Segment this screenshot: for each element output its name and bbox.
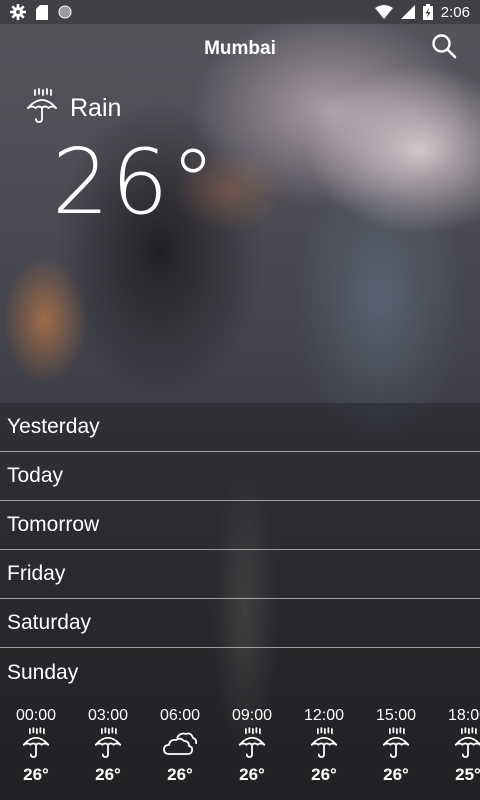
- current-conditions: Rain: [26, 88, 121, 129]
- status-time: 2:06: [440, 3, 470, 21]
- day-row-yesterday[interactable]: Yesterday: [0, 403, 480, 452]
- hour-item: 06:00 26°: [150, 707, 210, 785]
- day-label: Yesterday: [7, 415, 100, 438]
- hour-item: 03:00 26°: [78, 707, 138, 785]
- hour-temp: 26°: [23, 765, 49, 784]
- app-header: Mumbai: [0, 24, 480, 76]
- hour-time: 06:00: [159, 707, 201, 724]
- hour-time: 15:00: [375, 707, 417, 724]
- search-icon: [431, 33, 457, 64]
- circle-icon: [58, 5, 72, 19]
- hour-time: 09:00: [231, 707, 273, 724]
- hour-temp: 26°: [95, 765, 121, 784]
- hour-temp: 26°: [167, 765, 193, 784]
- hour-temp: 25°: [455, 765, 480, 784]
- day-label: Sunday: [7, 660, 79, 684]
- search-button[interactable]: [430, 33, 458, 64]
- day-label: Saturday: [7, 611, 92, 634]
- day-row-today[interactable]: Today: [0, 452, 480, 501]
- battery-charging-icon: [422, 4, 433, 20]
- rain-umbrella-icon: [94, 726, 122, 764]
- hour-time: 00:00: [15, 707, 57, 724]
- hour-time: 18:00: [447, 707, 480, 724]
- city-title: Mumbai: [204, 38, 276, 59]
- rain-umbrella-icon: [454, 726, 480, 764]
- day-row-tomorrow[interactable]: Tomorrow: [0, 501, 480, 550]
- hour-item: 15:00 26°: [366, 707, 426, 785]
- hour-time: 03:00: [87, 707, 129, 724]
- day-list: Yesterday Today Tomorrow Friday Saturday…: [0, 403, 480, 697]
- gear-icon: [10, 4, 26, 20]
- cloud-icon: [163, 730, 198, 761]
- signal-icon: [400, 5, 415, 19]
- hour-item: 18:00 25°: [438, 707, 480, 785]
- day-row-friday[interactable]: Friday: [0, 550, 480, 599]
- day-row-sunday[interactable]: Sunday: [0, 648, 480, 697]
- rain-umbrella-icon: [310, 726, 338, 764]
- sd-card-icon: [36, 4, 48, 20]
- condition-label: Rain: [70, 94, 122, 122]
- day-label: Tomorrow: [7, 513, 100, 536]
- wifi-icon: [374, 5, 393, 19]
- day-label: Friday: [7, 562, 66, 585]
- hour-temp: 26°: [239, 765, 265, 784]
- hourly-forecast[interactable]: 00:00 26° 03:00 26° 06:00 26° 09:00 26° …: [0, 697, 480, 800]
- hour-item: 12:00 26°: [294, 707, 354, 785]
- rain-umbrella-icon: [382, 726, 410, 764]
- hour-item: 00:00 26°: [6, 707, 66, 785]
- hour-item: 09:00 26°: [222, 707, 282, 785]
- status-bar: 2:06: [0, 0, 480, 24]
- hour-temp: 26°: [383, 765, 409, 784]
- rain-umbrella-icon: [26, 88, 58, 129]
- rain-umbrella-icon: [22, 726, 50, 764]
- hour-time: 12:00: [303, 707, 345, 724]
- day-label: Today: [7, 464, 64, 487]
- hour-temp: 26°: [311, 765, 337, 784]
- day-row-saturday[interactable]: Saturday: [0, 599, 480, 648]
- rain-umbrella-icon: [238, 726, 266, 764]
- current-temperature: 26°: [52, 130, 218, 235]
